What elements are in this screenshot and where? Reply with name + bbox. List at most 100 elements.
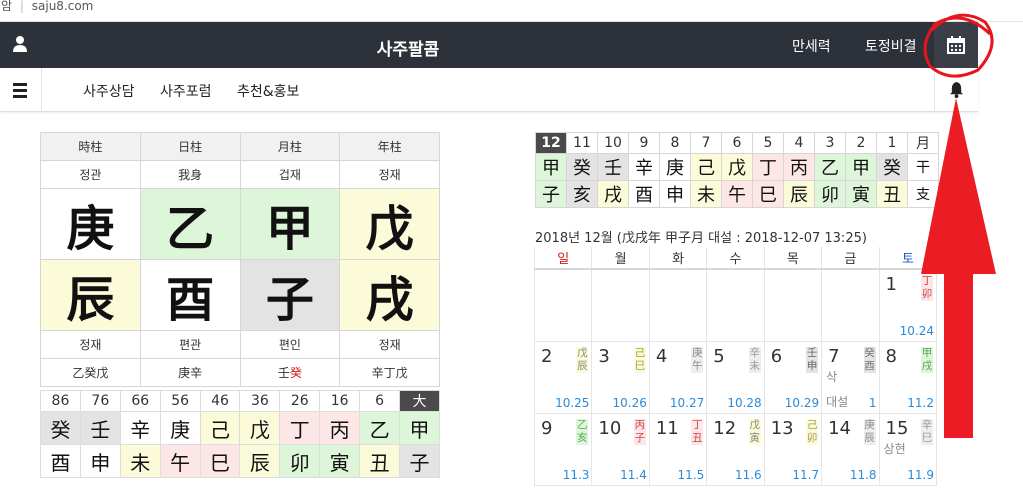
pillar-branch: 酉: [139, 259, 241, 331]
calendar-day[interactable]: 7 癸酉 1 삭 대설: [821, 340, 880, 414]
month-branch: 子: [535, 180, 567, 208]
day-ganji: 辛巳: [921, 418, 933, 445]
month-number: 11: [566, 132, 598, 154]
calendar-day[interactable]: 2 戊辰 10.25: [533, 340, 593, 414]
month-number: 3: [814, 132, 846, 154]
calendar-day[interactable]: 6 壬申 10.29: [763, 340, 823, 414]
calendar-day[interactable]: 5 辛未 10.28: [706, 340, 765, 414]
hidden-stem: 壬: [277, 366, 290, 380]
daeun-branch: 子: [399, 444, 440, 478]
day-ganji: 丁丑: [691, 418, 704, 445]
calendar-day[interactable]: 10 丙子 11.4: [591, 412, 650, 486]
calendar-day[interactable]: 15 辛巳 11.9 상현: [878, 412, 938, 486]
month-stem: 辛: [628, 153, 660, 181]
month-branch: 亥: [566, 180, 598, 208]
notification-button[interactable]: [934, 68, 978, 112]
calendar-empty-cell: [706, 268, 765, 342]
calendar-day[interactable]: 14 庚辰 11.8: [821, 412, 880, 486]
daeun-branch: 巳: [199, 444, 241, 478]
month-stem: 丙: [783, 153, 815, 181]
daeun-branch: 午: [159, 444, 201, 478]
day-number: 12: [713, 417, 737, 439]
pillar-top-label: 정관: [40, 160, 141, 189]
daeun-stem: 乙: [359, 411, 401, 445]
calendar-day[interactable]: 4 庚午 10.27: [648, 340, 708, 414]
daeun-stem: 癸: [40, 411, 81, 445]
daeun-branch: 寅: [319, 444, 361, 478]
pillar-bottom-label: 편관: [139, 330, 241, 359]
pillar-branch: 戌: [339, 259, 440, 331]
pillar-bottom-label: 편인: [239, 330, 341, 359]
month-number: 12: [535, 132, 567, 154]
day-number: 8: [885, 345, 897, 367]
day-ganji: 丁卯: [921, 275, 933, 301]
day-number: 14: [828, 417, 852, 439]
url-text: saju8.com: [31, 0, 94, 13]
browser-url-bar[interactable]: 암 | saju8.com: [0, 0, 1023, 22]
subnav-link-consult[interactable]: 사주상담: [83, 81, 135, 101]
hidden-stem-red: 癸: [289, 366, 302, 380]
calendar-day[interactable]: 3 己巳 10.26: [591, 340, 650, 414]
saju-pillars-table: 時柱 日柱 月柱 年柱 정관 我身 겁재 정재 庚乙甲戊 辰酉子戌 정재 편관 편인 정재 乙癸戊…: [40, 132, 440, 387]
month-branch: 寅: [845, 180, 877, 208]
lunar-date: 11.2: [907, 395, 934, 410]
bell-icon: [949, 82, 964, 98]
day-ganji: 戊辰: [576, 346, 589, 373]
calendar-day[interactable]: 8 甲戌 11.2: [878, 340, 938, 414]
month-number: 月: [907, 132, 939, 154]
month-branch: 辰: [783, 180, 815, 208]
moon-phase-note: 삭: [826, 369, 838, 384]
calendar-day[interactable]: 11 丁丑 11.5: [648, 412, 708, 486]
month-branch: 未: [690, 180, 722, 208]
calendar-button[interactable]: [934, 22, 978, 68]
month-stem: 乙: [814, 153, 846, 181]
day-number: 4: [655, 345, 668, 367]
daeun-stem: 戊: [239, 411, 281, 445]
month-number: 10: [597, 132, 629, 154]
day-ganji: 乙亥: [576, 418, 589, 445]
calendar-empty-cell: [533, 268, 593, 342]
day-ganji: 甲戌: [921, 346, 933, 373]
day-ganji: 庚辰: [863, 418, 876, 445]
weekday-header: 화: [648, 247, 707, 270]
daeun-branch: 未: [119, 444, 161, 478]
pillar-header: 年柱: [339, 132, 440, 161]
nav-link-tojeong[interactable]: 토정비결: [865, 36, 917, 56]
calendar-day[interactable]: 13 己卯 11.7: [763, 412, 823, 486]
month-stem: 壬: [597, 153, 629, 181]
daeun-stem: 己: [199, 411, 241, 445]
day-ganji: 丙子: [633, 418, 646, 445]
top-navbar: 사주팔콤 만세력 토정비결: [0, 22, 978, 68]
site-title[interactable]: 사주팔콤: [0, 35, 816, 60]
menu-button[interactable]: [0, 68, 42, 112]
month-calendar: 일월화수목금토 1 丁卯 10.24 2 戊辰 10.25 3 己巳 10.26 4 庚午 10.27…: [533, 247, 938, 486]
day-ganji: 己卯: [806, 418, 819, 445]
day-ganji: 戊寅: [748, 418, 761, 445]
daeun-stem: 庚: [159, 411, 201, 445]
nav-link-manseryeok[interactable]: 만세력: [792, 36, 831, 56]
month-stem: 戊: [721, 153, 753, 181]
month-stem: 癸: [566, 153, 598, 181]
lunar-date: 11.5: [677, 467, 705, 482]
pillar-bottom-label: 정재: [40, 330, 141, 359]
daeun-age: 16: [319, 390, 361, 412]
url-prefix: 암: [1, 0, 13, 13]
daeun-age: 46: [199, 390, 241, 412]
month-number: 8: [659, 132, 691, 154]
subnav-link-forum[interactable]: 사주포럼: [160, 81, 212, 101]
calendar-day[interactable]: 9 乙亥 11.3: [533, 412, 593, 486]
day-ganji: 癸酉: [863, 346, 876, 373]
calendar-day[interactable]: 1 丁卯 10.24: [878, 268, 938, 342]
lunar-date: 10.29: [784, 395, 820, 410]
weekday-header: 월: [591, 247, 650, 270]
moon-phase-note: 상현: [883, 441, 906, 456]
day-number: 7: [828, 345, 840, 367]
calendar-empty-cell: [821, 268, 880, 342]
day-number: 11: [655, 417, 679, 439]
daeun-branch: 酉: [40, 444, 81, 478]
month-number: 4: [783, 132, 815, 154]
calendar-day[interactable]: 12 戊寅 11.6: [706, 412, 765, 486]
month-number: 2: [845, 132, 877, 154]
calendar-title: 2018년 12월 (戊戌年 甲子月 대설 : 2018-12-07 13:25…: [535, 231, 867, 246]
subnav-link-promo[interactable]: 추천&홍보: [237, 81, 299, 101]
